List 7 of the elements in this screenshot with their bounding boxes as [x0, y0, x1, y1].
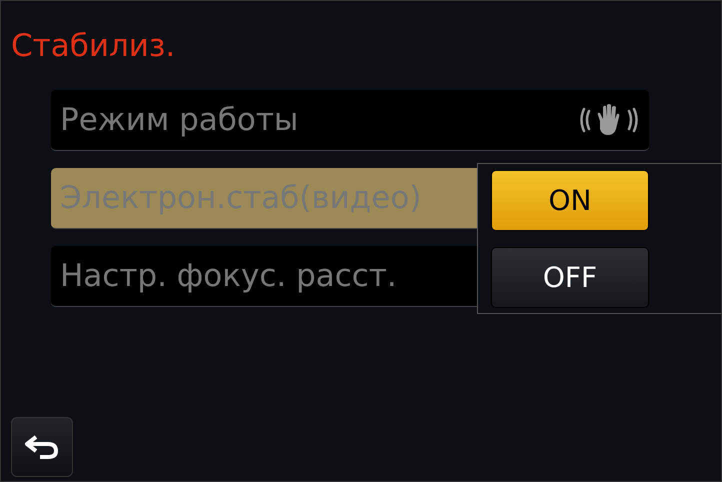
hand-shake-icon [578, 103, 640, 137]
screen-title: Стабилиз. [11, 31, 176, 62]
option-button[interactable]: OFF [491, 247, 649, 308]
back-arrow-icon [24, 434, 60, 460]
back-button[interactable] [11, 417, 73, 477]
menu-item[interactable]: Режим работы [51, 90, 649, 151]
option-button[interactable]: ON [491, 170, 649, 231]
